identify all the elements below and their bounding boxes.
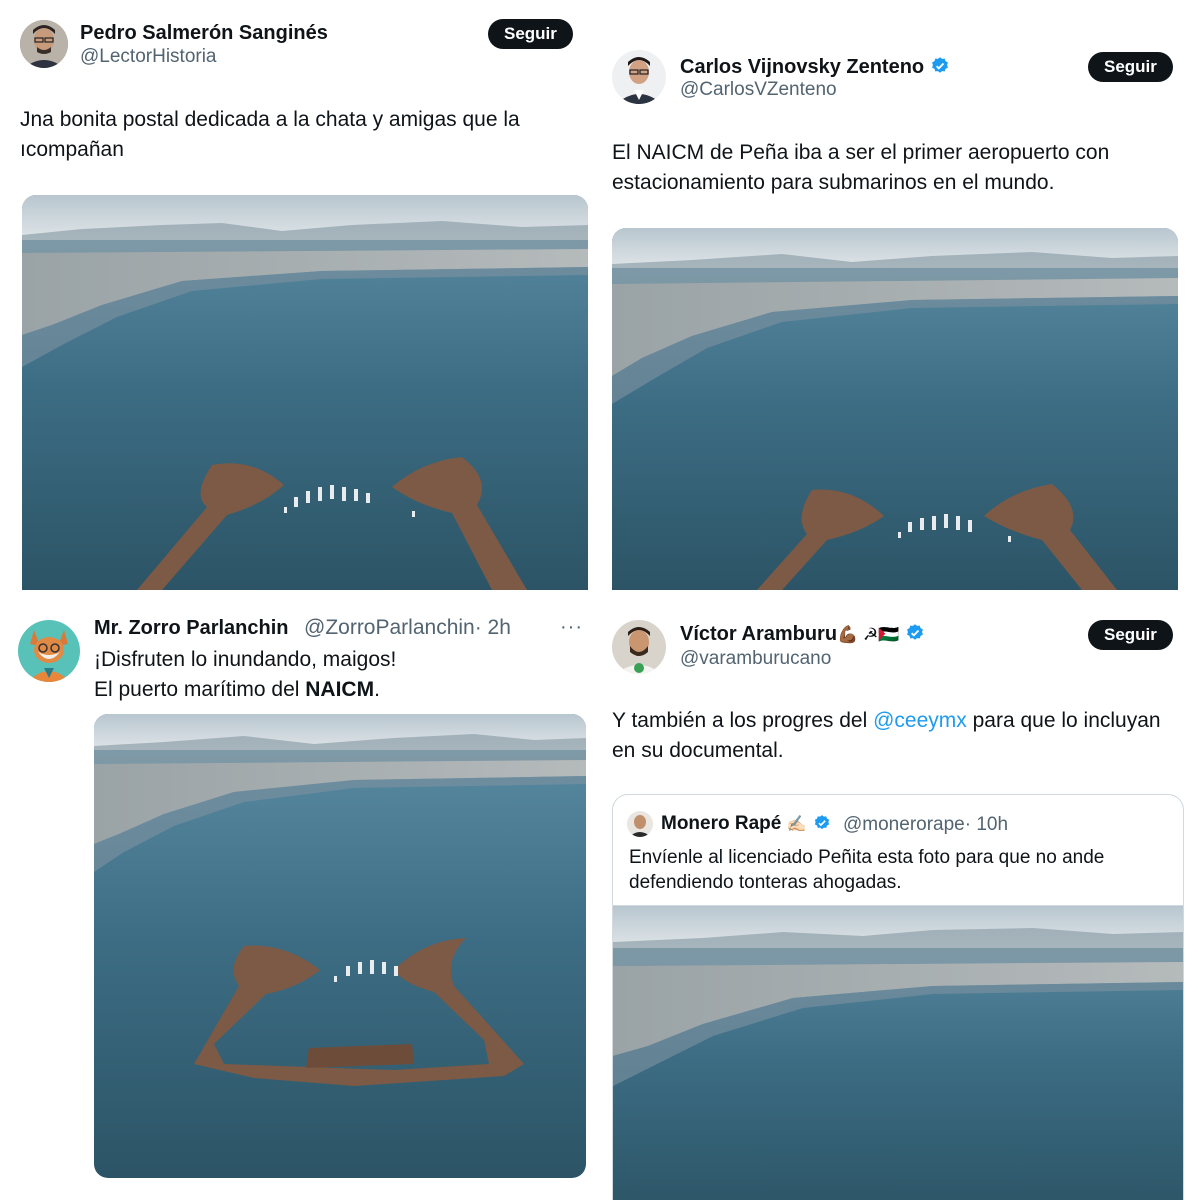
tweet-text: Y también a los progres del @ceeymx para… bbox=[612, 706, 1197, 766]
tweet-text-line-2: El puerto marítimo del NAICM. bbox=[94, 675, 594, 705]
tweet-photo[interactable] bbox=[612, 228, 1178, 590]
follow-button[interactable]: Seguir bbox=[1088, 620, 1173, 650]
aerial-lake-photo bbox=[612, 228, 1178, 590]
quote-author-name[interactable]: Monero Rapé ✍🏻 bbox=[661, 813, 831, 838]
quoted-tweet-card[interactable]: Monero Rapé ✍🏻 @monerorape· 10h Envíenle… bbox=[612, 794, 1184, 1200]
more-options-icon[interactable]: ··· bbox=[560, 616, 583, 639]
tweet-text-bold: NAICM bbox=[305, 678, 375, 701]
quote-handle-text: @monerorape bbox=[843, 814, 965, 835]
tweet-panel-1: Pedro Salmerón Sanginés @LectorHistoria … bbox=[0, 0, 600, 600]
avatar-image bbox=[627, 811, 653, 837]
timestamp[interactable]: · 2h bbox=[475, 616, 511, 639]
avatar[interactable] bbox=[612, 620, 666, 674]
tweet-text-line-2: estacionamiento para submarinos en el mu… bbox=[612, 171, 1055, 194]
avatar-image bbox=[612, 50, 666, 104]
author-handle[interactable]: @LectorHistoria bbox=[80, 46, 217, 68]
quote-author-emoji: ✍🏻 bbox=[786, 816, 807, 833]
author-handle[interactable]: @varamburucano bbox=[680, 648, 831, 670]
tweet-text: El NAICM de Peña iba a ser el primer aer… bbox=[612, 138, 1192, 198]
mention-link[interactable]: @ceeymx bbox=[873, 709, 967, 732]
author-handle-text: @ZorroParlanchin bbox=[304, 616, 475, 639]
tweet-text: ¡Disfruten lo inundando, maigos! El puer… bbox=[94, 645, 594, 705]
avatar[interactable] bbox=[20, 20, 68, 68]
verified-badge-icon bbox=[930, 56, 950, 82]
avatar-image bbox=[20, 20, 68, 68]
follow-button[interactable]: Seguir bbox=[1088, 52, 1173, 82]
tweet-text-line-2: en su documental. bbox=[612, 739, 784, 762]
author-name[interactable]: Mr. Zorro Parlanchin bbox=[94, 617, 288, 640]
avatar-image bbox=[612, 620, 666, 674]
aerial-lake-photo bbox=[94, 714, 586, 1178]
author-name[interactable]: Víctor Aramburu💪🏾 ☭🇵🇸 bbox=[680, 623, 925, 649]
tweet-text-line-1: Y también a los progres del @ceeymx para… bbox=[612, 706, 1197, 736]
tweet-panel-2: Carlos Vijnovsky Zenteno @CarlosVZenteno… bbox=[600, 0, 1200, 600]
quote-photo[interactable] bbox=[613, 905, 1183, 1200]
quote-author-name-text: Monero Rapé bbox=[661, 813, 782, 834]
tweet-photo[interactable] bbox=[22, 195, 588, 590]
follow-button[interactable]: Seguir bbox=[488, 19, 573, 49]
avatar[interactable] bbox=[18, 620, 80, 682]
aerial-lake-photo bbox=[22, 195, 588, 590]
aerial-lake-photo bbox=[613, 906, 1183, 1200]
tweet-text-line-2: ıcompañan bbox=[20, 138, 124, 161]
tweet-text-line-1: Jna bonita postal dedicada a la chata y … bbox=[20, 108, 520, 131]
author-name-text: Carlos Vijnovsky Zenteno bbox=[680, 56, 925, 78]
tweet-photo[interactable] bbox=[94, 714, 586, 1178]
quote-text-line-2: defendiendo tonteras ahogadas. bbox=[629, 872, 902, 893]
tweet-panel-3: Mr. Zorro Parlanchin @ZorroParlanchin· 2… bbox=[0, 600, 600, 1200]
author-handle[interactable]: @CarlosVZenteno bbox=[680, 79, 837, 101]
author-name-text: Víctor Aramburu bbox=[680, 623, 838, 645]
tweet-text-line-1: ¡Disfruten lo inundando, maigos! bbox=[94, 648, 397, 671]
avatar[interactable] bbox=[612, 50, 666, 104]
tweet-panel-4: Víctor Aramburu💪🏾 ☭🇵🇸 @varamburucano Seg… bbox=[600, 600, 1200, 1200]
tweet-text-line-1-prefix: Y también a los progres del bbox=[612, 709, 874, 732]
quote-avatar[interactable] bbox=[627, 811, 653, 837]
tweet-text: Jna bonita postal dedicada a la chata y … bbox=[20, 105, 600, 165]
quote-text: Envíenle al licenciado Peñita esta foto … bbox=[629, 845, 1169, 895]
tweet-text-line-2-prefix: El puerto marítimo del bbox=[94, 678, 306, 701]
quote-text-line-1: Envíenle al licenciado Peñita esta foto … bbox=[629, 847, 1105, 868]
author-name[interactable]: Pedro Salmerón Sanginés bbox=[80, 22, 328, 45]
author-name-emoji: 💪🏾 ☭🇵🇸 bbox=[837, 625, 900, 644]
verified-badge-icon bbox=[905, 623, 925, 649]
tweet-text-line-1-suffix: para que lo incluyan bbox=[966, 709, 1161, 732]
verified-badge-icon bbox=[813, 814, 831, 838]
quote-author-handle[interactable]: @monerorape· 10h bbox=[843, 814, 1008, 836]
author-handle[interactable]: @ZorroParlanchin· 2h bbox=[304, 616, 511, 640]
tweet-text-line-2-suffix: . bbox=[374, 678, 380, 701]
tweet-text-line-1: El NAICM de Peña iba a ser el primer aer… bbox=[612, 141, 1110, 164]
fox-avatar-image bbox=[18, 620, 80, 682]
quote-timestamp[interactable]: · 10h bbox=[965, 814, 1008, 835]
